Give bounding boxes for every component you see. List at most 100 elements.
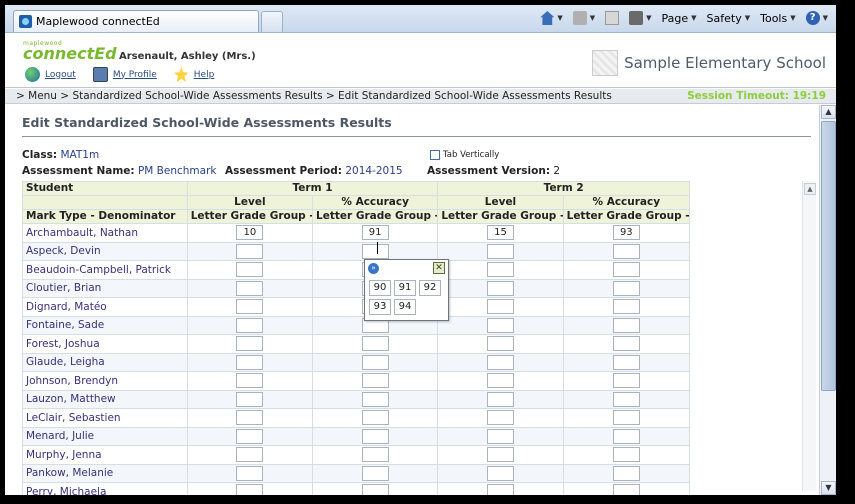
mark-input[interactable] bbox=[236, 280, 264, 296]
tab-vertically-toggle[interactable]: Tab Vertically bbox=[430, 150, 499, 160]
mark-option[interactable]: 91 bbox=[394, 280, 416, 296]
mark-cell bbox=[562, 371, 691, 391]
mark-input[interactable] bbox=[612, 262, 640, 278]
mark-option[interactable]: 94 bbox=[394, 299, 416, 315]
chevron-down-icon: ▼ bbox=[691, 14, 697, 22]
student-name: Menard, Julie bbox=[22, 426, 188, 446]
mark-input[interactable] bbox=[612, 243, 640, 259]
mark-input[interactable] bbox=[361, 428, 389, 444]
breadcrumb-path[interactable]: > Menu > Standardized School-Wide Assess… bbox=[16, 90, 612, 102]
mark-input[interactable] bbox=[236, 373, 264, 389]
mark-input[interactable] bbox=[612, 428, 640, 444]
mark-input[interactable] bbox=[612, 465, 640, 481]
mark-input[interactable] bbox=[612, 354, 640, 370]
tools-menu[interactable]: Tools ▼ bbox=[760, 12, 796, 25]
mark-input[interactable] bbox=[612, 391, 640, 407]
mark-input[interactable] bbox=[361, 354, 389, 370]
safety-menu[interactable]: Safety ▼ bbox=[707, 12, 751, 25]
scroll-down-icon[interactable]: ▼ bbox=[821, 481, 836, 495]
app-logo[interactable]: connectEd bbox=[23, 44, 117, 63]
mail-button[interactable] bbox=[605, 11, 620, 25]
mark-input[interactable] bbox=[236, 317, 264, 333]
grid-scrollbar[interactable]: ▲ bbox=[802, 181, 816, 491]
mark-input[interactable] bbox=[236, 465, 264, 481]
mark-input[interactable] bbox=[486, 299, 514, 315]
mark-input[interactable]: 15 bbox=[486, 225, 514, 241]
scroll-up-icon[interactable]: ▲ bbox=[821, 105, 836, 119]
mark-input[interactable] bbox=[361, 391, 389, 407]
safety-menu-label: Safety bbox=[706, 11, 742, 25]
mark-input[interactable] bbox=[361, 447, 389, 463]
close-icon[interactable]: ✕ bbox=[433, 262, 445, 274]
feeds-button[interactable]: ▼ bbox=[572, 11, 595, 25]
mark-input[interactable]: 10 bbox=[236, 225, 264, 241]
mark-cell bbox=[562, 352, 691, 372]
mark-cell bbox=[312, 482, 439, 495]
mark-input[interactable] bbox=[236, 447, 264, 463]
scroll-up-icon[interactable]: ▲ bbox=[804, 183, 816, 195]
mark-input[interactable] bbox=[612, 373, 640, 389]
table-row: Murphy, Jenna bbox=[22, 445, 691, 465]
mark-input[interactable] bbox=[612, 410, 640, 426]
mark-input[interactable]: 93 bbox=[612, 225, 640, 241]
student-name: Archambault, Nathan bbox=[22, 223, 188, 243]
mark-input[interactable] bbox=[236, 391, 264, 407]
mark-input[interactable] bbox=[361, 465, 389, 481]
mark-input[interactable] bbox=[236, 262, 264, 278]
mark-option[interactable]: 93 bbox=[369, 299, 391, 315]
mark-input[interactable] bbox=[361, 484, 389, 495]
mark-input[interactable] bbox=[236, 299, 264, 315]
mark-input[interactable] bbox=[236, 243, 264, 259]
student-name: Aspeck, Devin bbox=[22, 241, 188, 261]
mark-input[interactable] bbox=[361, 410, 389, 426]
help-link[interactable]: Help bbox=[194, 70, 215, 80]
mark-input[interactable] bbox=[612, 447, 640, 463]
mark-input[interactable] bbox=[486, 410, 514, 426]
mark-input[interactable] bbox=[486, 280, 514, 296]
mark-input[interactable] bbox=[236, 354, 264, 370]
mark-input[interactable] bbox=[612, 299, 640, 315]
user-name: Arsenault, Ashley (Mrs.) bbox=[119, 51, 256, 62]
mark-input[interactable] bbox=[486, 447, 514, 463]
mark-input[interactable] bbox=[236, 484, 264, 495]
expand-icon[interactable]: » bbox=[368, 263, 379, 274]
mark-input[interactable] bbox=[486, 465, 514, 481]
my-profile-link[interactable]: My Profile bbox=[113, 70, 157, 80]
mark-input[interactable]: 91 bbox=[361, 225, 389, 241]
mark-input[interactable] bbox=[612, 336, 640, 352]
mark-input[interactable] bbox=[486, 317, 514, 333]
table-row: Glaude, Leigha bbox=[22, 352, 691, 372]
term1-accuracy-header: % Accuracy bbox=[312, 195, 439, 210]
print-button[interactable]: ▼ bbox=[629, 11, 652, 25]
mark-input[interactable] bbox=[236, 336, 264, 352]
tab-vertically-checkbox[interactable] bbox=[430, 150, 440, 160]
mark-input[interactable] bbox=[486, 391, 514, 407]
mark-input[interactable] bbox=[612, 484, 640, 495]
browser-tab[interactable]: Maplewood connectEd bbox=[13, 10, 259, 32]
window-scrollbar[interactable]: ▲ ▼ bbox=[819, 105, 836, 495]
mark-option[interactable]: 90 bbox=[369, 280, 391, 296]
help-menu[interactable]: ? ▼ bbox=[805, 11, 828, 25]
new-tab-button[interactable] bbox=[261, 11, 283, 32]
mark-input[interactable] bbox=[361, 373, 389, 389]
mark-input[interactable] bbox=[486, 428, 514, 444]
mark-input[interactable] bbox=[486, 262, 514, 278]
mark-input[interactable] bbox=[236, 428, 264, 444]
logout-link[interactable]: Logout bbox=[45, 70, 76, 80]
scrollbar-thumb[interactable] bbox=[821, 121, 836, 391]
help-star-icon bbox=[173, 67, 189, 82]
mark-input[interactable] bbox=[486, 484, 514, 495]
mark-input[interactable] bbox=[486, 373, 514, 389]
mark-cell bbox=[312, 445, 439, 465]
mark-input[interactable] bbox=[612, 317, 640, 333]
mark-input[interactable] bbox=[486, 336, 514, 352]
mark-input[interactable] bbox=[361, 336, 389, 352]
mark-input[interactable] bbox=[361, 243, 389, 259]
home-button[interactable]: ▼ bbox=[540, 11, 563, 25]
page-menu[interactable]: Page ▼ bbox=[662, 12, 697, 25]
mark-input[interactable] bbox=[612, 280, 640, 296]
mark-input[interactable] bbox=[236, 410, 264, 426]
mark-option[interactable]: 92 bbox=[419, 280, 441, 296]
mark-input[interactable] bbox=[486, 243, 514, 259]
mark-input[interactable] bbox=[486, 354, 514, 370]
